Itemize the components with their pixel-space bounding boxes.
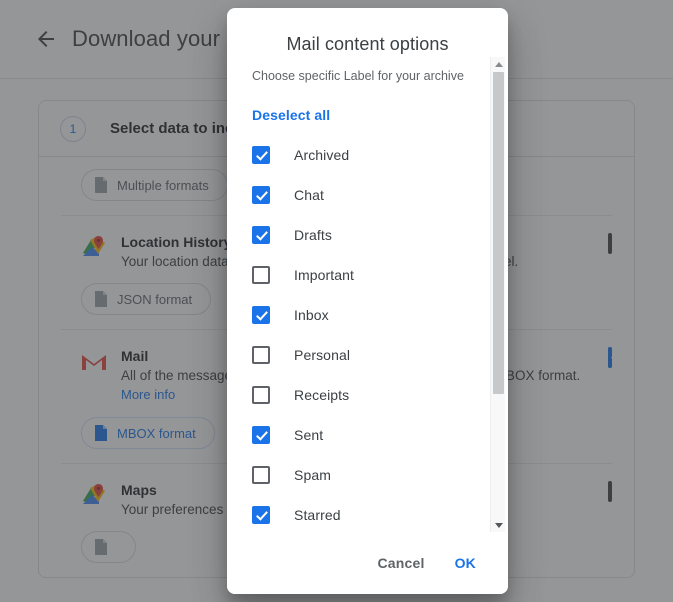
dialog-title: Mail content options (286, 34, 449, 54)
dialog-subtitle: Choose specific Label for your archive (252, 69, 464, 83)
label-item-label: Drafts (294, 227, 332, 243)
label-item-label: Personal (294, 347, 351, 363)
label-item-label: Inbox (294, 307, 329, 323)
label-item-label: Receipts (294, 387, 350, 403)
label-item-receipts[interactable]: Receipts (252, 375, 480, 415)
dialog-scrollbar[interactable] (490, 57, 505, 532)
label-item-archived[interactable]: Archived (252, 135, 480, 175)
label-scroll-area[interactable]: Choose specific Label for your archive D… (227, 57, 508, 532)
checkbox-inbox[interactable] (252, 306, 270, 324)
screen: Download your data 1 Select data to incl… (0, 0, 673, 602)
checkbox-spam[interactable] (252, 466, 270, 484)
label-item-label: Important (294, 267, 355, 283)
label-item-starred[interactable]: Starred (252, 495, 480, 532)
checkbox-chat[interactable] (252, 186, 270, 204)
label-item-personal[interactable]: Personal (252, 335, 480, 375)
checkbox-receipts[interactable] (252, 386, 270, 404)
label-item-important[interactable]: Important (252, 255, 480, 295)
scroll-down-arrow-icon[interactable] (491, 518, 506, 532)
label-item-label: Sent (294, 427, 324, 443)
label-item-label: Archived (294, 147, 350, 163)
scrollbar-thumb[interactable] (493, 72, 504, 394)
label-item-label: Starred (294, 507, 341, 523)
label-item-label: Spam (294, 467, 331, 483)
dialog-footer: Cancel OK (227, 532, 508, 594)
label-item-drafts[interactable]: Drafts (252, 215, 480, 255)
ok-button[interactable]: OK (445, 547, 486, 579)
label-item-spam[interactable]: Spam (252, 455, 480, 495)
cancel-button[interactable]: Cancel (367, 547, 434, 579)
checkbox-personal[interactable] (252, 346, 270, 364)
checkbox-sent[interactable] (252, 426, 270, 444)
label-list: Archived Chat Drafts Important Inbox Per… (252, 135, 480, 532)
deselect-all-link[interactable]: Deselect all (252, 107, 330, 123)
label-item-inbox[interactable]: Inbox (252, 295, 480, 335)
scroll-up-arrow-icon[interactable] (491, 57, 506, 71)
label-item-label: Chat (294, 187, 324, 203)
checkbox-important[interactable] (252, 266, 270, 284)
checkbox-drafts[interactable] (252, 226, 270, 244)
checkbox-starred[interactable] (252, 506, 270, 524)
dialog-body: Choose specific Label for your archive D… (227, 57, 508, 532)
label-item-sent[interactable]: Sent (252, 415, 480, 455)
label-item-chat[interactable]: Chat (252, 175, 480, 215)
checkbox-archived[interactable] (252, 146, 270, 164)
mail-content-options-dialog: Mail content options Choose specific Lab… (227, 8, 508, 594)
